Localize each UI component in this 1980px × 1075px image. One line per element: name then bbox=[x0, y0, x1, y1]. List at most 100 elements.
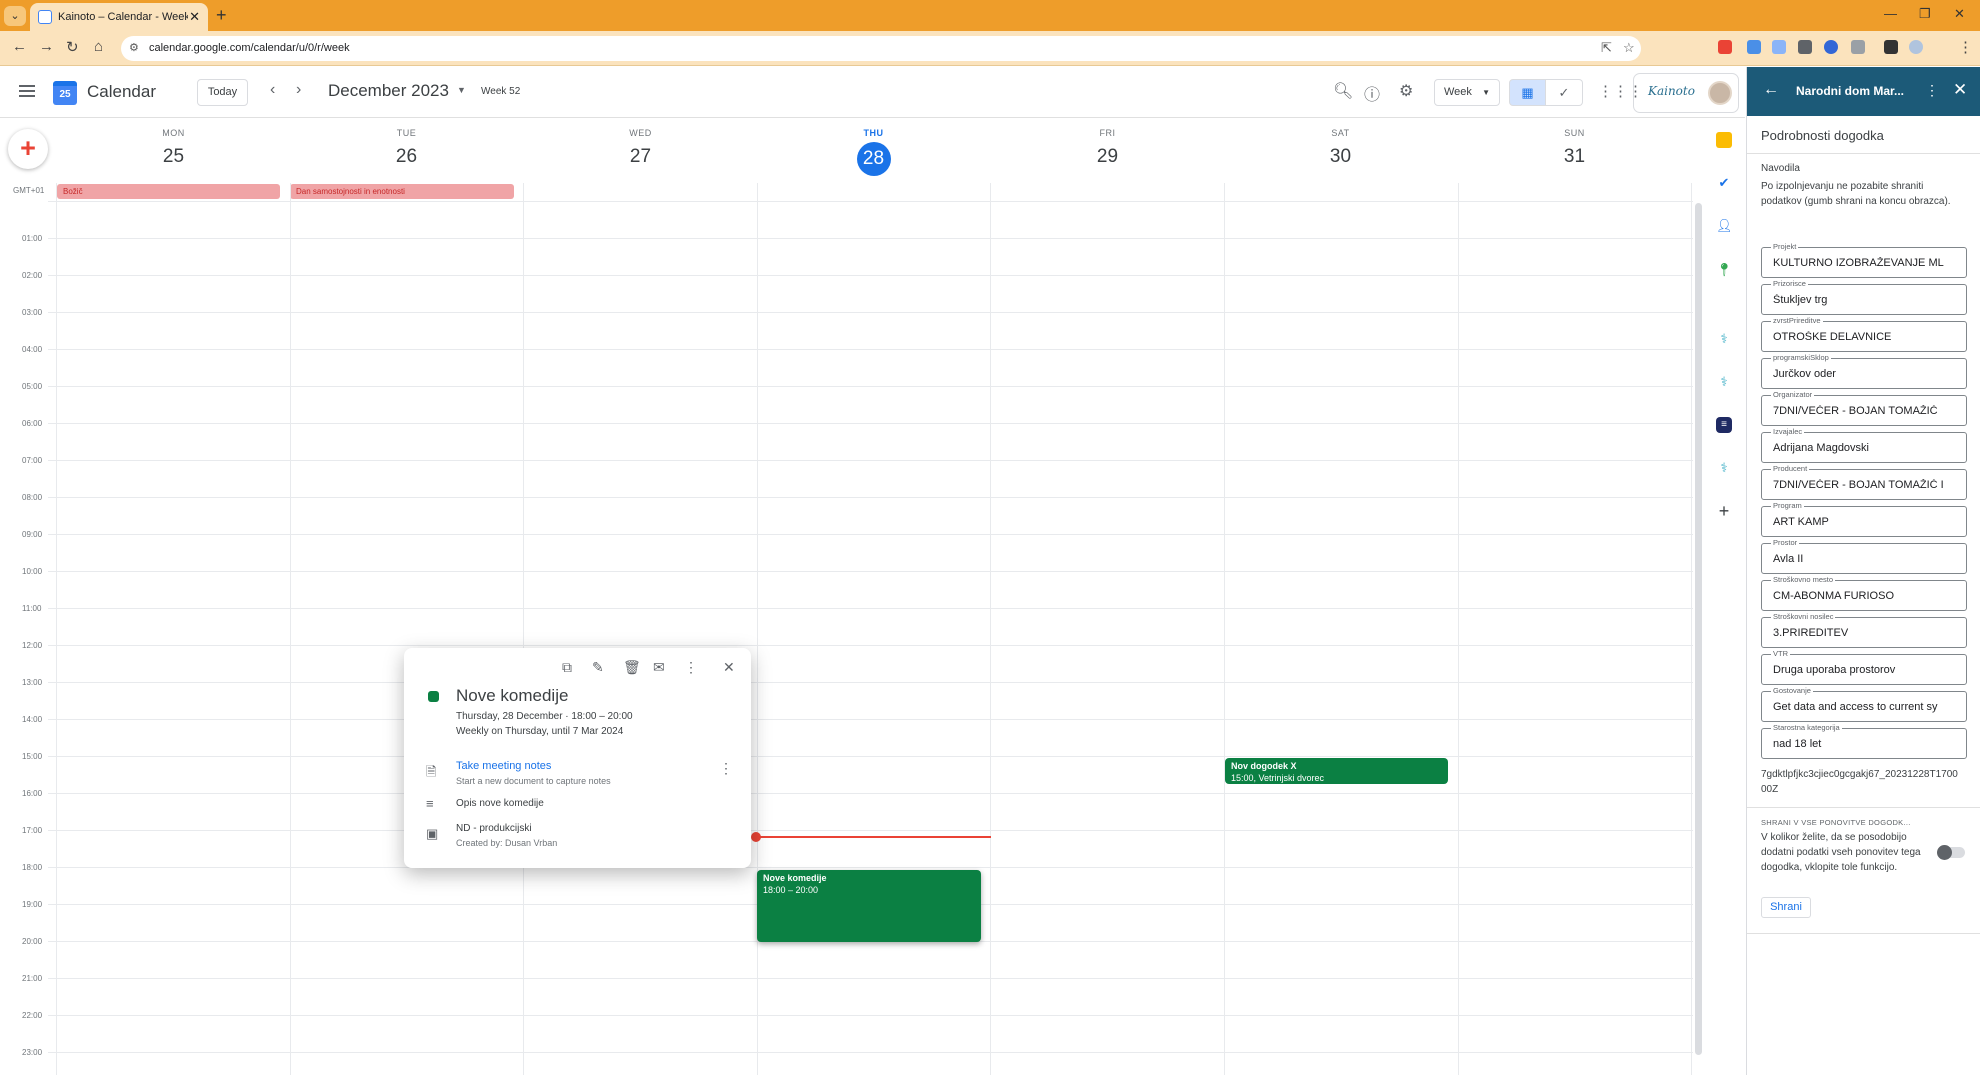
field-value[interactable]: 7DNI/VEČER - BOJAN TOMAŽIČ bbox=[1773, 405, 1961, 417]
new-tab-button[interactable]: + bbox=[216, 5, 227, 26]
duplicate-icon[interactable]: ⧉ bbox=[562, 659, 572, 676]
search-icon[interactable]: 🔍︎ bbox=[1333, 81, 1353, 101]
event-nove-komedije[interactable]: Nove komedije 18:00 – 20:00 bbox=[757, 870, 981, 942]
active-addon-icon[interactable]: ≡ bbox=[1716, 417, 1732, 433]
form-field[interactable]: Prizorisce Štukljev trg bbox=[1761, 279, 1967, 315]
grid-scrollbar[interactable] bbox=[1695, 203, 1702, 1055]
close-window-icon[interactable]: ✕ bbox=[1954, 6, 1965, 22]
form-field[interactable]: Producent 7DNI/VEČER - BOJAN TOMAŽIČ I bbox=[1761, 464, 1967, 500]
form-field[interactable]: Gostovanje Get data and access to current… bbox=[1761, 686, 1967, 722]
field-value[interactable]: 7DNI/VEČER - BOJAN TOMAŽIČ I bbox=[1773, 479, 1961, 491]
day-date-today[interactable]: 28 bbox=[856, 142, 891, 176]
maps-icon[interactable]: 📍︎ bbox=[1716, 262, 1733, 278]
day-date[interactable]: 26 bbox=[290, 146, 523, 168]
month-title[interactable]: December 2023 bbox=[328, 81, 449, 101]
field-value[interactable]: KULTURNO IZOBRAŽEVANJE ML bbox=[1773, 257, 1961, 269]
kainoto-addon-icon[interactable]: ⚕ bbox=[1716, 374, 1732, 390]
create-event-button[interactable]: + bbox=[8, 129, 48, 169]
tasks-icon[interactable]: ✔ bbox=[1716, 175, 1732, 191]
add-addon-icon[interactable]: + bbox=[1716, 502, 1732, 520]
day-date[interactable]: 27 bbox=[524, 146, 757, 168]
field-value[interactable]: Get data and access to current sy bbox=[1773, 701, 1961, 713]
tab-close-icon[interactable]: ✕ bbox=[189, 9, 200, 25]
form-field[interactable]: Organizator 7DNI/VEČER - BOJAN TOMAŽIČ bbox=[1761, 390, 1967, 426]
open-external-icon[interactable]: ⇱ bbox=[1601, 40, 1612, 56]
take-meeting-notes-link[interactable]: Take meeting notes bbox=[456, 760, 551, 772]
day-header-wed[interactable]: WED 27 bbox=[524, 128, 757, 168]
help-icon[interactable]: ⓘ bbox=[1364, 81, 1380, 105]
site-info-icon[interactable]: ⚙ bbox=[129, 41, 139, 54]
address-bar[interactable]: ⚙ calendar.google.com/calendar/u/0/r/wee… bbox=[121, 36, 1641, 61]
form-field[interactable]: Izvajalec Adrijana Magdovski bbox=[1761, 427, 1967, 463]
kainoto-addon-icon[interactable]: ⚕ bbox=[1716, 331, 1732, 347]
home-icon[interactable]: ⌂ bbox=[94, 38, 103, 55]
url-text[interactable]: calendar.google.com/calendar/u/0/r/week bbox=[149, 42, 350, 54]
bookmark-star-icon[interactable]: ☆ bbox=[1623, 40, 1635, 56]
today-button[interactable]: Today bbox=[197, 79, 248, 106]
field-value[interactable]: ART KAMP bbox=[1773, 516, 1961, 528]
notes-more-icon[interactable]: ⋮ bbox=[719, 760, 733, 777]
edit-pencil-icon[interactable]: ✎ bbox=[592, 659, 604, 676]
tab-search-button[interactable]: ⌄ bbox=[4, 6, 26, 26]
week-grid[interactable] bbox=[48, 183, 1693, 1075]
more-options-icon[interactable]: ⋮ bbox=[1925, 82, 1939, 99]
main-menu-icon[interactable] bbox=[19, 85, 35, 97]
form-field[interactable]: Program ART KAMP bbox=[1761, 501, 1967, 537]
gmail-extension-icon[interactable] bbox=[1718, 40, 1732, 54]
browser-menu-icon[interactable]: ⋮ bbox=[1958, 38, 1973, 56]
profile-avatar-icon[interactable] bbox=[1909, 40, 1923, 54]
field-value[interactable]: nad 18 let bbox=[1773, 738, 1961, 750]
more-options-icon[interactable]: ⋮ bbox=[684, 659, 698, 676]
extension-icon[interactable] bbox=[1824, 40, 1838, 54]
day-header-sun[interactable]: SUN 31 bbox=[1458, 128, 1691, 168]
day-date[interactable]: 30 bbox=[1224, 146, 1457, 168]
tasks-view-toggle-icon[interactable]: ✓ bbox=[1546, 79, 1583, 106]
form-field[interactable]: Stroškovno mesto CM-ABONMA FURIOSO bbox=[1761, 575, 1967, 611]
save-button[interactable]: Shrani bbox=[1761, 897, 1811, 918]
extension-icon[interactable] bbox=[1747, 40, 1761, 54]
back-arrow-icon[interactable]: ← bbox=[1763, 81, 1779, 99]
field-value[interactable]: Avla II bbox=[1773, 553, 1961, 565]
settings-gear-icon[interactable]: ⚙ bbox=[1399, 81, 1413, 101]
user-avatar[interactable] bbox=[1708, 81, 1732, 105]
reload-icon[interactable]: ↻ bbox=[66, 38, 79, 56]
keep-icon[interactable] bbox=[1716, 132, 1732, 148]
month-caret-icon[interactable]: ▼ bbox=[457, 85, 466, 95]
field-value[interactable]: 3.PRIREDITEV bbox=[1773, 627, 1961, 639]
field-value[interactable]: Štukljev trg bbox=[1773, 294, 1961, 306]
side-panel-icon[interactable] bbox=[1884, 40, 1898, 54]
field-value[interactable]: CM-ABONMA FURIOSO bbox=[1773, 590, 1961, 602]
form-field[interactable]: zvrstPrireditve OTROŠKE DELAVNICE bbox=[1761, 316, 1967, 352]
contacts-icon[interactable]: 👤︎ bbox=[1716, 218, 1733, 234]
all-day-event[interactable]: Dan samostojnosti in enotnosti bbox=[290, 184, 514, 199]
form-field[interactable]: Projekt KULTURNO IZOBRAŽEVANJE ML bbox=[1761, 242, 1967, 278]
event-nov-dogodek-x[interactable]: Nov dogodek X 15:00, Vetrinjski dvorec bbox=[1225, 758, 1448, 784]
field-value[interactable]: OTROŠKE DELAVNICE bbox=[1773, 331, 1961, 343]
all-day-event[interactable]: Božič bbox=[57, 184, 280, 199]
save-all-toggle[interactable] bbox=[1937, 845, 1965, 860]
field-value[interactable]: Jurčkov oder bbox=[1773, 368, 1961, 380]
email-icon[interactable]: ✉ bbox=[653, 659, 665, 676]
browser-tab[interactable]: Kainoto – Calendar - Week of 2 ✕ bbox=[30, 3, 208, 31]
calendar-view-toggle-icon[interactable]: ▦ bbox=[1509, 79, 1546, 106]
close-panel-icon[interactable]: ✕ bbox=[1953, 80, 1967, 100]
day-date[interactable]: 31 bbox=[1458, 146, 1691, 168]
day-date[interactable]: 29 bbox=[991, 146, 1224, 168]
field-value[interactable]: Adrijana Magdovski bbox=[1773, 442, 1961, 454]
day-date[interactable]: 25 bbox=[57, 146, 290, 168]
day-header-fri[interactable]: FRI 29 bbox=[991, 128, 1224, 168]
delete-trash-icon[interactable]: 🗑︎ bbox=[623, 659, 641, 676]
day-header-mon[interactable]: MON 25 bbox=[57, 128, 290, 168]
forward-icon[interactable]: → bbox=[39, 38, 54, 55]
extension-icon[interactable] bbox=[1772, 40, 1786, 54]
extensions-puzzle-icon[interactable] bbox=[1851, 40, 1865, 54]
back-icon[interactable]: ← bbox=[12, 38, 27, 55]
form-field[interactable]: Starostna kategorija nad 18 let bbox=[1761, 723, 1967, 759]
form-field[interactable]: Stroškovni nosilec 3.PRIREDITEV bbox=[1761, 612, 1967, 648]
account-brand[interactable]: Kainoto bbox=[1633, 73, 1739, 113]
minimize-icon[interactable]: — bbox=[1884, 6, 1897, 21]
next-week-icon[interactable]: › bbox=[296, 81, 301, 99]
view-selector[interactable]: Week ▼ bbox=[1434, 79, 1500, 106]
previous-week-icon[interactable]: ‹ bbox=[270, 81, 275, 99]
close-icon[interactable]: ✕ bbox=[723, 659, 735, 676]
